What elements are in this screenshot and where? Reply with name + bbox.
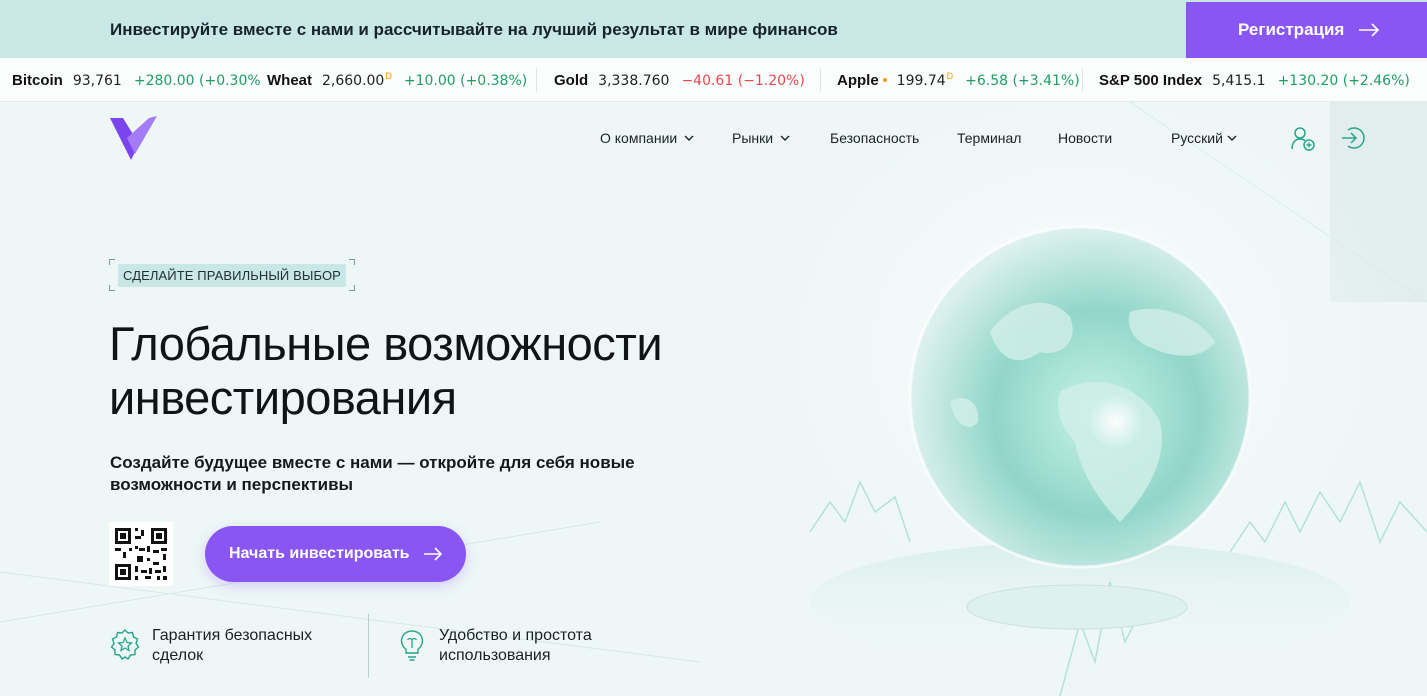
ticker-price: 199.74	[896, 73, 946, 89]
ticker-change: +130.20 (+2.46%)	[1277, 73, 1410, 89]
ticker-item-sp500[interactable]: S&P 500 Index 5,415.1 +130.20 (+2.46%)	[1099, 72, 1410, 89]
hero-badge-text: СДЕЛАЙТЕ ПРАВИЛЬНЫЙ ВЫБОР	[118, 263, 346, 287]
ticker-symbol: S&P 500 Index	[1099, 72, 1203, 89]
ticker-change: +10.00 (+0.38%)	[403, 73, 528, 89]
feature-text: Удобство и простота использования	[439, 627, 592, 664]
ticker-symbol: Gold	[554, 72, 589, 89]
nav-item-news[interactable]: Новости	[1058, 130, 1112, 146]
register-button[interactable]: Регистрация	[1186, 2, 1427, 58]
promo-banner-text: Инвестируйте вместе с нами и рассчитывай…	[110, 20, 838, 39]
ticker-item-wheat[interactable]: Wheat 2,660.00 D +10.00 (+0.38%)	[267, 71, 528, 89]
ticker-price: 93,761	[72, 73, 122, 89]
ticker-divider	[820, 68, 821, 92]
qr-code[interactable]	[109, 522, 173, 586]
feature-text: Гарантия безопасных сделок	[152, 627, 313, 664]
nav-item-security[interactable]: Безопасность	[830, 130, 919, 146]
delayed-mark: D	[385, 71, 392, 81]
ticker-symbol: Apple	[837, 72, 879, 89]
nav-item-label: Новости	[1058, 130, 1113, 146]
start-investing-button[interactable]: Начать инвестировать	[205, 526, 466, 582]
nav-item-label: Терминал	[957, 130, 1022, 146]
chevron-down-icon	[1227, 135, 1237, 141]
language-label: Русский	[1171, 130, 1223, 146]
ticker-price: 3,338.760	[598, 73, 670, 89]
feature-divider	[368, 614, 369, 678]
ticker-item-apple[interactable]: Apple 199.74 D +6.58 (+3.41%)	[837, 71, 1080, 89]
market-ticker: Bitcoin 93,761 +280.00 (+0.30% Wheat 2,6…	[0, 58, 1427, 102]
ticker-price: 5,415.1	[1212, 73, 1266, 89]
feature-ease-of-use: Удобство и простота использования	[395, 626, 629, 666]
nav-item-label: Безопасность	[830, 130, 920, 146]
nav-item-label: Рынки	[732, 130, 774, 146]
ticker-change: −40.61 (−1.20%)	[681, 73, 805, 89]
nav-item-terminal[interactable]: Терминал	[957, 130, 1021, 146]
star-badge-icon	[110, 629, 140, 660]
lightbulb-icon	[400, 630, 424, 661]
arrow-right-icon	[424, 547, 443, 561]
register-button-label: Регистрация	[1238, 20, 1345, 39]
ticker-symbol: Bitcoin	[12, 72, 63, 89]
nav-item-about[interactable]: О компании	[600, 130, 694, 146]
hero-title: Глобальные возможности инвестирования	[109, 317, 663, 425]
hero-badge: СДЕЛАЙТЕ ПРАВИЛЬНЫЙ ВЫБОР	[109, 259, 355, 291]
ticker-item-bitcoin[interactable]: Bitcoin 93,761 +280.00 (+0.30%	[12, 72, 261, 89]
arrow-right-icon	[1359, 23, 1380, 37]
market-status-dot-icon	[882, 78, 887, 82]
ticker-symbol: Wheat	[267, 72, 312, 89]
ticker-price: 2,660.00	[322, 73, 385, 89]
ticker-change: +6.58 (+3.41%)	[965, 73, 1080, 89]
ticker-change: +280.00 (+0.30%	[133, 73, 261, 89]
chevron-down-icon	[780, 135, 790, 141]
chevron-down-icon	[684, 135, 694, 141]
hero-subtitle: Создайте будущее вместе с нами — откройт…	[110, 453, 635, 494]
ticker-divider	[1082, 68, 1083, 92]
nav-item-markets[interactable]: Рынки	[732, 130, 790, 146]
hero-title-line: Глобальные возможности	[109, 317, 663, 370]
add-user-icon[interactable]	[1290, 125, 1316, 151]
start-investing-label: Начать инвестировать	[229, 545, 410, 562]
ticker-divider	[536, 68, 537, 92]
feature-secure-deals: Гарантия безопасных сделок	[108, 626, 342, 666]
ticker-item-gold[interactable]: Gold 3,338.760 −40.61 (−1.20%)	[554, 72, 805, 89]
login-icon[interactable]	[1340, 125, 1366, 151]
delayed-mark: D	[946, 71, 954, 81]
language-selector[interactable]: Русский	[1171, 130, 1237, 146]
brand-logo[interactable]	[109, 114, 159, 162]
hero-title-line: инвестирования	[109, 371, 457, 424]
nav-item-label: О компании	[600, 130, 678, 146]
